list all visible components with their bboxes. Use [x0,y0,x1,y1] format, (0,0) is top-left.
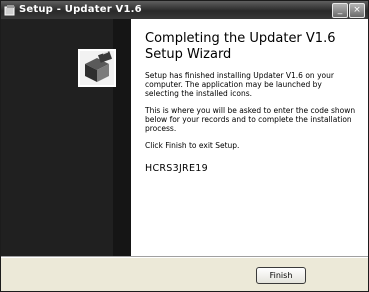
setup-wizard-window: Setup - Updater V1.6 _ × Completing the … [0,0,369,292]
installation-code: HCRS3JRE19 [145,163,208,174]
wizard-content: Completing the Updater V1.6 Setup Wizard… [131,19,368,256]
code-instructions: This is where you will be asked to enter… [145,106,356,133]
wizard-heading: Completing the Updater V1.6 Setup Wizard [145,31,336,62]
minimize-button[interactable]: _ [332,3,348,18]
wizard-footer: Finish [1,258,368,291]
setup-app-icon [4,5,15,16]
setup-box-icon [78,49,116,87]
window-title: Setup - Updater V1.6 [19,4,142,15]
finish-message: Setup has finished installing Updater V1… [145,71,334,98]
close-button[interactable]: × [349,3,365,18]
finish-button[interactable]: Finish [256,267,306,284]
exit-instructions: Click Finish to exit Setup. [145,141,240,150]
title-bar[interactable]: Setup - Updater V1.6 _ × [1,1,368,19]
wizard-banner [1,19,131,256]
